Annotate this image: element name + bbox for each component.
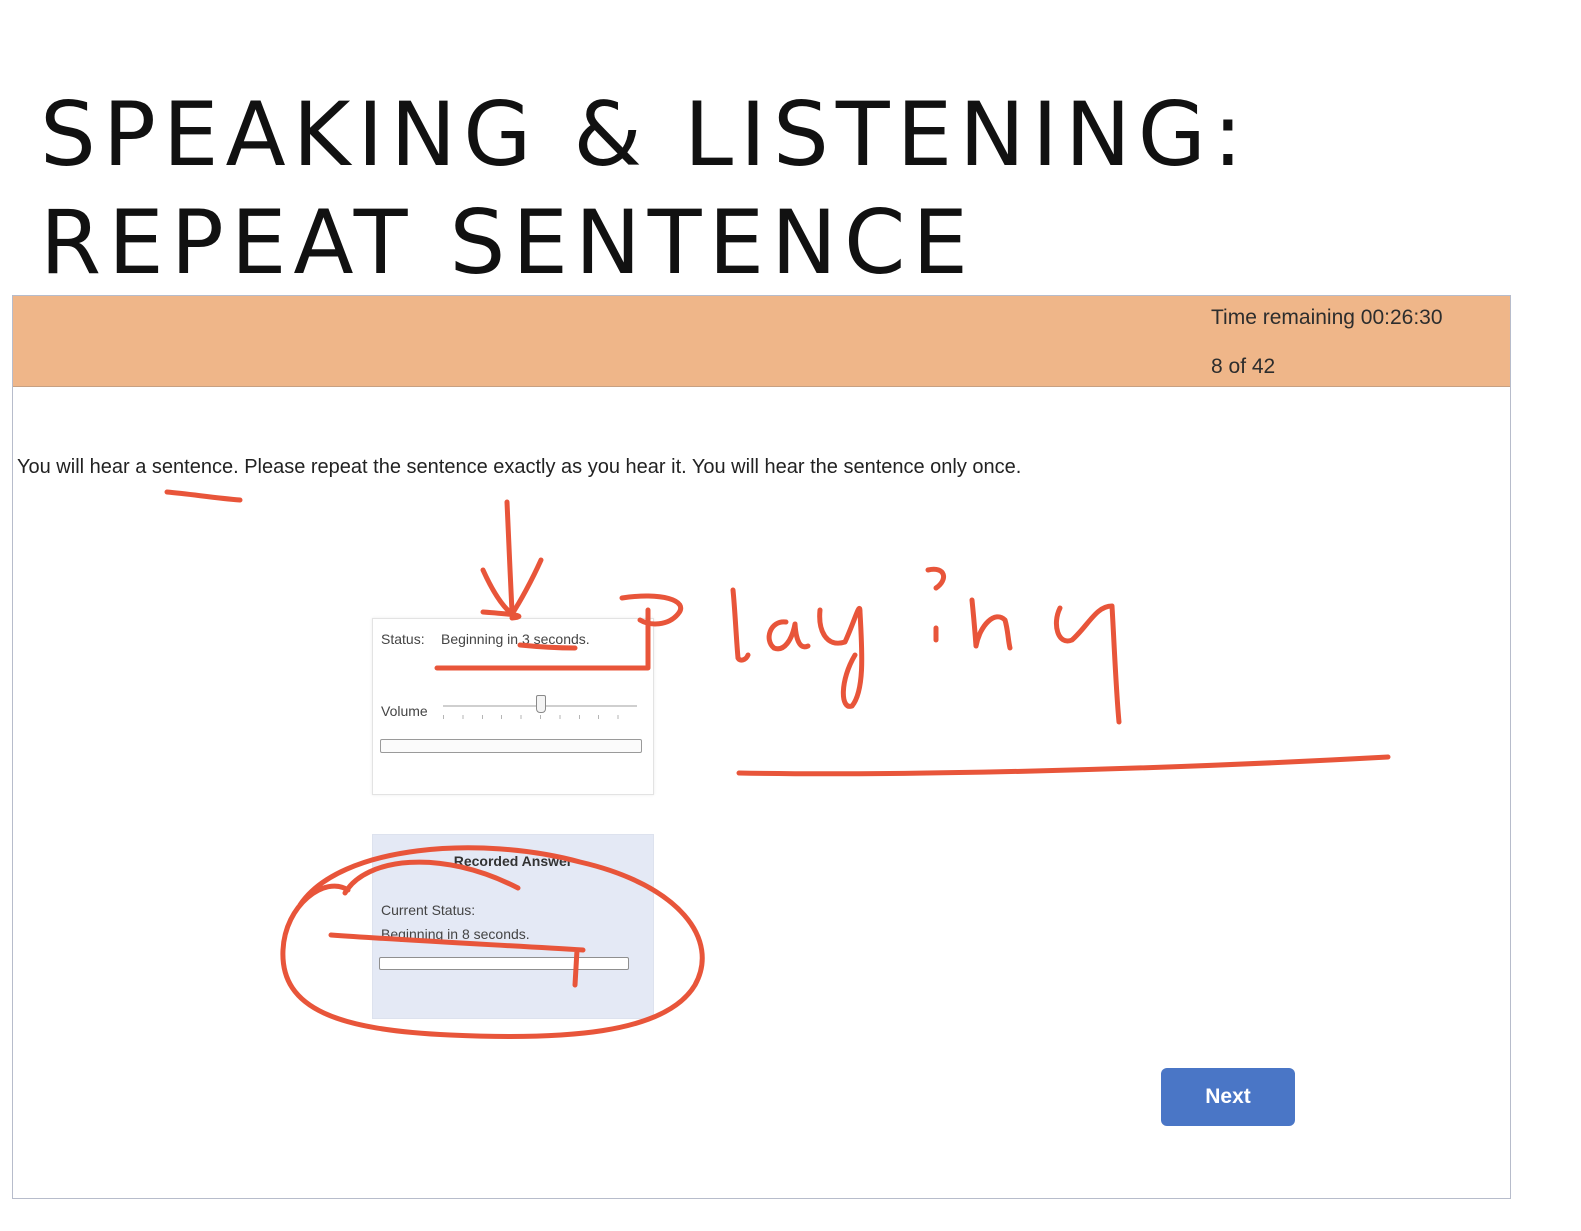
next-button[interactable]: Next bbox=[1161, 1068, 1295, 1126]
test-header-bar: Time remaining 00:26:30 8 of 42 bbox=[13, 296, 1510, 387]
recording-progress-bar bbox=[379, 957, 629, 970]
slide-title-line-2: REPEAT SENTENCE bbox=[40, 190, 976, 294]
audio-player: Status: Beginning in 3 seconds. Volume bbox=[372, 618, 654, 795]
question-progress: 8 of 42 bbox=[1211, 355, 1276, 378]
current-status-value: Beginning in 8 seconds. bbox=[381, 926, 530, 942]
test-window: Time remaining 00:26:30 8 of 42 You will… bbox=[12, 295, 1511, 1199]
recorded-answer-title: Recorded Answer bbox=[453, 853, 573, 869]
volume-slider-thumb[interactable] bbox=[536, 695, 546, 713]
volume-slider-ticks bbox=[443, 715, 637, 719]
instruction-text: You will hear a sentence. Please repeat … bbox=[17, 456, 1022, 478]
slide-title: SPEAKING & LISTENING: REPEAT SENTENCE bbox=[40, 81, 1250, 297]
recorded-answer-panel: Recorded Answer Current Status: Beginnin… bbox=[372, 834, 654, 1019]
playback-progress-bar bbox=[380, 739, 642, 753]
time-remaining: Time remaining 00:26:30 bbox=[1211, 306, 1443, 329]
volume-label: Volume bbox=[381, 703, 428, 719]
status-label: Status: bbox=[381, 631, 425, 647]
current-status-label: Current Status: bbox=[381, 902, 476, 918]
status-value: Beginning in 3 seconds. bbox=[441, 631, 590, 647]
slide-title-line-1: SPEAKING & LISTENING: bbox=[40, 82, 1250, 186]
